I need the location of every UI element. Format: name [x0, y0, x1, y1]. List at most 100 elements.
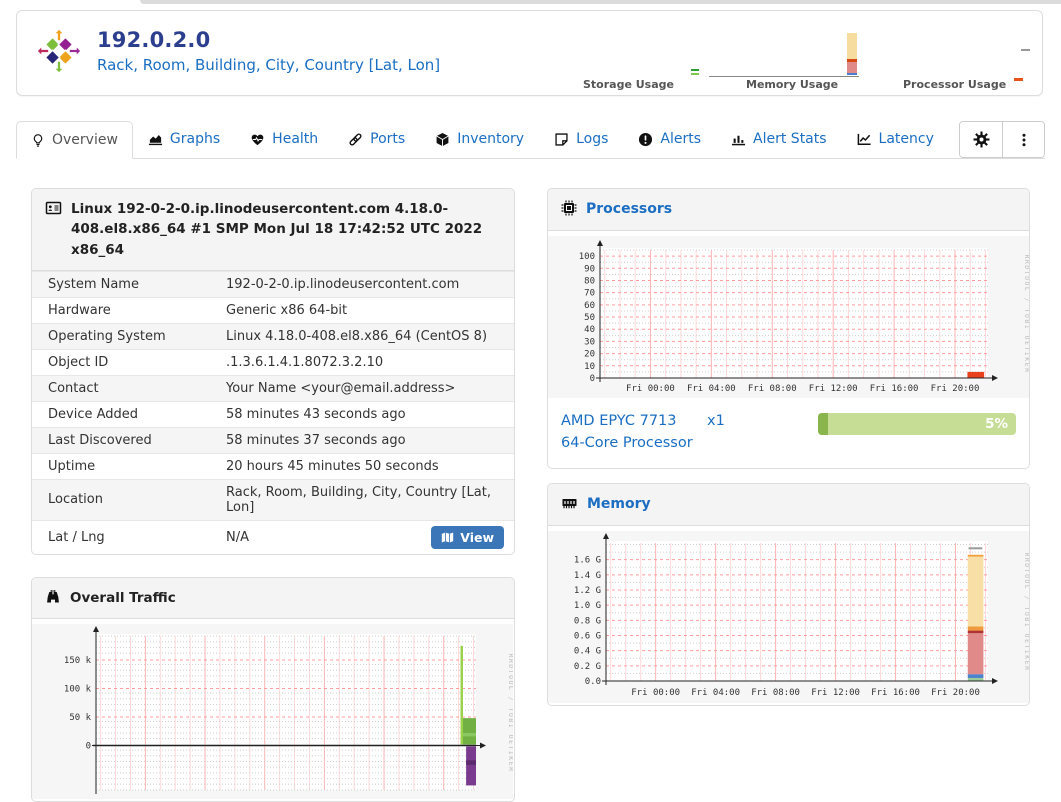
table-row: Location Rack, Room, Building, City, Coun… — [32, 478, 514, 521]
id-card-icon — [45, 201, 62, 215]
processors-panel-header: Processors — [548, 189, 1029, 231]
svg-text:0: 0 — [86, 742, 91, 752]
gear-icon — [973, 131, 989, 148]
svg-text:Fri 00:00: Fri 00:00 — [626, 384, 675, 394]
table-row: System Name 192-0-2-0.ip.linodeuserconten… — [32, 270, 514, 298]
device-header: 192.0.2.0 Rack, Room, Building, City, Co… — [16, 10, 1043, 96]
header-mini-graphs: Storage Usage Memory Usage Processor Usa… — [563, 17, 1033, 97]
cpu-usage-bar: 5% — [818, 413, 1016, 435]
table-row: Operating System Linux 4.18.0-408.el8.x86… — [32, 322, 514, 350]
heartbeat-icon — [251, 134, 264, 145]
table-row: Uptime 20 hours 45 minutes 50 seconds — [32, 452, 514, 480]
bar-chart-icon — [731, 135, 746, 145]
svg-text:20: 20 — [584, 350, 595, 360]
svg-text:Fri 04:00: Fri 04:00 — [687, 384, 736, 394]
cpu-row: AMD EPYC 7713 x1 64-Core Processor 5% — [548, 400, 1029, 468]
svg-text:Fri 08:00: Fri 08:00 — [748, 384, 797, 394]
svg-text:Fri 12:00: Fri 12:00 — [811, 688, 860, 698]
tab-label: Overview — [52, 132, 118, 148]
svg-text:1.6 G: 1.6 G — [574, 555, 601, 565]
exclamation-circle-icon — [639, 132, 653, 146]
binoculars-icon — [47, 590, 59, 603]
svg-text:0.2 G: 0.2 G — [574, 661, 601, 671]
tab-logs[interactable]: Logs — [539, 120, 623, 158]
tab-label: Inventory — [457, 131, 525, 147]
link-icon — [349, 132, 362, 146]
traffic-panel-header: Overall Traffic — [32, 577, 514, 619]
svg-text:90: 90 — [584, 264, 595, 274]
tab-alert-stats[interactable]: Alert Stats — [716, 120, 842, 158]
cpu-usage-percent: 5% — [985, 416, 1008, 432]
memory-minigraph-cap — [1021, 49, 1030, 51]
cpu-name-link[interactable]: AMD EPYC 7713 — [561, 411, 679, 433]
kebab-icon — [1022, 133, 1025, 146]
table-row: Contact Your Name <your@email.address> — [32, 374, 514, 402]
memory-graph[interactable]: 0.0 0.2 G 0.4 G 0.6 G 0.8 G 1.0 G 1.2 G 1.4 G 1.… — [548, 530, 1029, 703]
system-info-table: System Name 192-0-2-0.ip.linodeuserconten… — [32, 270, 514, 554]
system-title: Linux 192-0-2-0.ip.linodeusercontent.com… — [71, 201, 483, 258]
view-map-button[interactable]: View — [431, 525, 504, 549]
line-chart-icon — [857, 133, 871, 145]
tab-label: Logs — [576, 131, 609, 147]
cpu-usage-fill — [818, 413, 828, 435]
svg-text:100 k: 100 k — [64, 684, 92, 694]
svg-text:0: 0 — [590, 374, 595, 384]
overall-traffic-graph[interactable]: 0 50 k 100 k 150 k RRDTOOL / TOBI OETIKER — [32, 624, 514, 799]
device-title: 192.0.2.0 — [97, 28, 211, 52]
svg-text:0.0: 0.0 — [585, 677, 601, 687]
chart-area-icon — [148, 134, 162, 145]
memory-minigraph-bar — [847, 33, 857, 75]
tab-label: Alert Stats — [753, 131, 827, 147]
tab-overview[interactable]: Overview — [16, 121, 133, 159]
device-tabbar: Overview Graphs Health Ports Inventory L… — [16, 120, 1045, 159]
svg-text:150 k: 150 k — [64, 656, 92, 666]
device-location-link[interactable]: Rack, Room, Building, City, Country [Lat… — [97, 56, 440, 74]
memory-panel-title[interactable]: Memory — [587, 494, 651, 515]
centos-logo — [36, 27, 82, 75]
processors-panel-title[interactable]: Processors — [586, 199, 672, 220]
svg-text:0.6 G: 0.6 G — [574, 631, 601, 641]
tab-health[interactable]: Health — [235, 120, 333, 158]
svg-text:1.0 G: 1.0 G — [574, 601, 601, 611]
device-settings-button[interactable] — [960, 122, 1002, 157]
svg-text:0.8 G: 0.8 G — [574, 616, 601, 626]
table-row: Device Added 58 minutes 43 seconds ago — [32, 400, 514, 428]
tab-alerts[interactable]: Alerts — [623, 120, 716, 158]
table-row: Hardware Generic x86 64-bit — [32, 296, 514, 324]
tab-label: Latency — [878, 131, 934, 147]
more-menu-button[interactable] — [1002, 122, 1044, 157]
processor-usage-label: Processor Usage — [903, 78, 1007, 91]
storage-usage-minigraph[interactable] — [691, 69, 699, 77]
storage-usage-label: Storage Usage — [583, 78, 674, 91]
svg-text:RRDTOOL / TOBI OETIKER: RRDTOOL / TOBI OETIKER — [1023, 552, 1029, 671]
system-panel-header: Linux 192-0-2-0.ip.linodeusercontent.com… — [32, 189, 514, 271]
tab-ports[interactable]: Ports — [333, 120, 420, 158]
device-action-group — [959, 121, 1045, 158]
svg-text:10: 10 — [584, 362, 595, 372]
memory-usage-minigraph[interactable] — [709, 33, 859, 77]
cube-icon — [436, 132, 449, 146]
memory-panel-header: Memory — [548, 483, 1029, 526]
svg-text:1.2 G: 1.2 G — [574, 586, 601, 596]
tab-label: Health — [272, 131, 319, 147]
svg-text:RRDTOOL / TOBI OETIKER: RRDTOOL / TOBI OETIKER — [1023, 254, 1029, 373]
overview-content: Linux 192-0-2-0.ip.linodeusercontent.com… — [31, 188, 1030, 802]
traffic-panel: Overall Traffic 0 50 k 100 k 150 k RRDTOOL /… — [31, 576, 515, 802]
tab-graphs[interactable]: Graphs — [133, 120, 235, 158]
processor-usage-minigraph[interactable] — [1014, 78, 1023, 81]
lightbulb-icon — [33, 133, 43, 147]
svg-text:Fri 08:00: Fri 08:00 — [751, 688, 800, 698]
ram-icon — [562, 498, 577, 508]
svg-text:Fri 16:00: Fri 16:00 — [870, 384, 919, 394]
tab-latency[interactable]: Latency — [842, 120, 949, 158]
microchip-icon — [561, 200, 577, 216]
svg-text:60: 60 — [584, 301, 595, 311]
system-panel: Linux 192-0-2-0.ip.linodeusercontent.com… — [31, 188, 515, 555]
tab-inventory[interactable]: Inventory — [420, 120, 539, 158]
tab-label: Graphs — [169, 131, 221, 147]
svg-text:100: 100 — [579, 252, 595, 262]
processors-graph[interactable]: 0 10 20 30 40 50 60 70 80 90 100 Fri 00:00 Fri 04:00… — [548, 236, 1029, 398]
sticky-note-icon — [555, 132, 568, 146]
svg-text:Fri 00:00: Fri 00:00 — [631, 688, 680, 698]
cpu-name-link[interactable]: 64-Core Processor — [561, 433, 693, 455]
